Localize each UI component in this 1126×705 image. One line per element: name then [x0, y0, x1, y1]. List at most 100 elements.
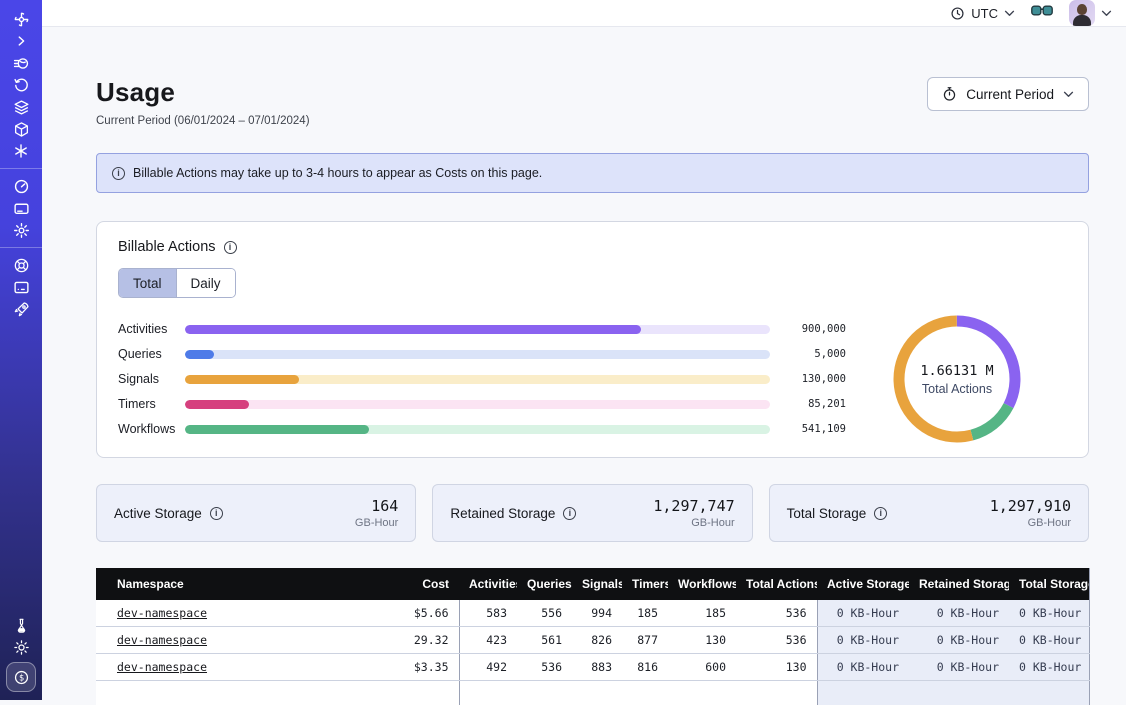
bar-value: 130,000: [770, 373, 846, 385]
deployments-cube-icon[interactable]: [6, 118, 36, 140]
bar-fill: [185, 400, 249, 409]
bar-label: Workflows: [118, 422, 185, 436]
bar-label: Activities: [118, 322, 185, 336]
sidebar-divider: [0, 247, 42, 248]
layers-icon[interactable]: [6, 96, 36, 118]
tab-daily[interactable]: Daily: [176, 269, 235, 297]
bar-value: 5,000: [770, 348, 846, 360]
column-header-total-actions: Total Actions: [736, 568, 817, 600]
retained-storage-card: Retained Storage 1,297,747 GB-Hour: [432, 484, 752, 542]
chevron-down-icon: [1004, 10, 1015, 17]
tab-total[interactable]: Total: [119, 269, 176, 297]
cell-namespace[interactable]: dev-namespace: [96, 654, 356, 681]
cell-active-storage: 0 KB-Hour: [817, 654, 909, 681]
chevron-down-icon: [1063, 91, 1074, 98]
table-header-row: NamespaceCostActivitiesQueriesSignalsTim…: [96, 568, 1089, 600]
cell-empty: [909, 681, 1009, 705]
user-menu[interactable]: [1069, 0, 1112, 26]
active-storage-unit: GB-Hour: [355, 517, 398, 529]
cell-workflows: 130: [668, 627, 736, 654]
cell-total-actions: 536: [736, 627, 817, 654]
bar-track: [185, 325, 770, 334]
billing-card-icon[interactable]: [6, 197, 36, 219]
info-icon[interactable]: [224, 241, 237, 254]
cell-queries: 536: [517, 654, 572, 681]
topbar: UTC: [42, 0, 1126, 27]
column-header-cost: Cost: [356, 568, 459, 600]
cell-activities: 423: [459, 627, 517, 654]
settings-gear-icon[interactable]: [6, 219, 36, 241]
retained-storage-label: Retained Storage: [450, 506, 555, 521]
namespaces-icon[interactable]: [6, 52, 36, 74]
namespace-usage-table: NamespaceCostActivitiesQueriesSignalsTim…: [96, 568, 1089, 705]
cell-retained-storage: 0 KB-Hour: [909, 654, 1009, 681]
timezone-selector[interactable]: UTC: [950, 6, 1015, 21]
usage-gauge-icon[interactable]: [6, 175, 36, 197]
namespace-link[interactable]: dev-namespace: [117, 633, 207, 647]
labs-flask-icon[interactable]: [6, 614, 36, 636]
history-icon[interactable]: [6, 74, 36, 96]
docs-terminal-icon[interactable]: [6, 276, 36, 298]
current-period-button[interactable]: Current Period: [927, 77, 1089, 111]
cell-queries: 556: [517, 600, 572, 627]
sidebar: $: [0, 0, 42, 700]
cell-total-storage: 0 KB-Hour: [1009, 654, 1089, 681]
getting-started-rocket-icon[interactable]: [6, 298, 36, 320]
expand-chevron-icon[interactable]: [6, 30, 36, 52]
total-storage-value: 1,297,910: [990, 497, 1071, 515]
table-row: dev-namespace29.324235618268771305360 KB…: [96, 627, 1089, 654]
info-icon[interactable]: [563, 507, 576, 520]
bar-track: [185, 375, 770, 384]
cell-workflows: 600: [668, 654, 736, 681]
avatar: [1069, 0, 1095, 26]
billable-actions-tabs: Total Daily: [118, 268, 236, 298]
clock-icon: [950, 6, 965, 21]
bar-value: 541,109: [770, 423, 846, 435]
namespace-link[interactable]: dev-namespace: [117, 606, 207, 620]
info-icon[interactable]: [874, 507, 887, 520]
table-row: dev-namespace$5.665835569941851855360 KB…: [96, 600, 1089, 627]
cell-namespace[interactable]: dev-namespace: [96, 600, 356, 627]
theme-sun-icon[interactable]: [6, 636, 36, 658]
support-lifebuoy-icon[interactable]: [6, 254, 36, 276]
page-title: Usage: [96, 77, 310, 108]
bar-fill: [185, 350, 214, 359]
bar-row-signals: Signals130,000: [118, 367, 846, 392]
info-icon: [112, 167, 125, 180]
namespace-link[interactable]: dev-namespace: [117, 660, 207, 674]
cell-empty: [517, 681, 572, 705]
sidebar-divider: [0, 168, 42, 169]
info-icon[interactable]: [210, 507, 223, 520]
table-row: dev-namespace$3.354925368838166001300 KB…: [96, 654, 1089, 681]
total-storage-label: Total Storage: [787, 506, 867, 521]
cell-queries: 561: [517, 627, 572, 654]
bar-row-timers: Timers85,201: [118, 392, 846, 417]
cell-timers: 877: [622, 627, 668, 654]
nexus-asterisk-icon[interactable]: [6, 140, 36, 162]
bar-fill: [185, 325, 641, 334]
cell-retained-storage: 0 KB-Hour: [909, 627, 1009, 654]
cell-empty: [668, 681, 736, 705]
column-header-signals: Signals: [572, 568, 622, 600]
cell-namespace[interactable]: dev-namespace: [96, 627, 356, 654]
cell-empty: [572, 681, 622, 705]
column-header-namespace: Namespace: [96, 568, 356, 600]
bar-value: 85,201: [770, 398, 846, 410]
cell-activities: 583: [459, 600, 517, 627]
temporal-logo-icon[interactable]: [6, 8, 36, 30]
cell-signals: 883: [572, 654, 622, 681]
cell-empty: [622, 681, 668, 705]
column-header-active-storage: Active Storage: [817, 568, 909, 600]
chevron-down-icon: [1101, 10, 1112, 17]
billable-actions-bar-chart: Activities900,000Queries5,000Signals130,…: [118, 317, 846, 442]
feedback-goggles-icon[interactable]: [1031, 4, 1053, 22]
info-banner: Billable Actions may take up to 3-4 hour…: [96, 153, 1089, 193]
cell-active-storage: 0 KB-Hour: [817, 627, 909, 654]
cell-empty: [817, 681, 909, 705]
usage-dollar-icon[interactable]: $: [6, 662, 36, 692]
total-actions-value: 1.66131 M: [920, 363, 993, 379]
cell-empty: [356, 681, 459, 705]
column-header-retained-storage: Retained Storage: [909, 568, 1009, 600]
column-header-workflows: Workflows: [668, 568, 736, 600]
cell-empty: [736, 681, 817, 705]
